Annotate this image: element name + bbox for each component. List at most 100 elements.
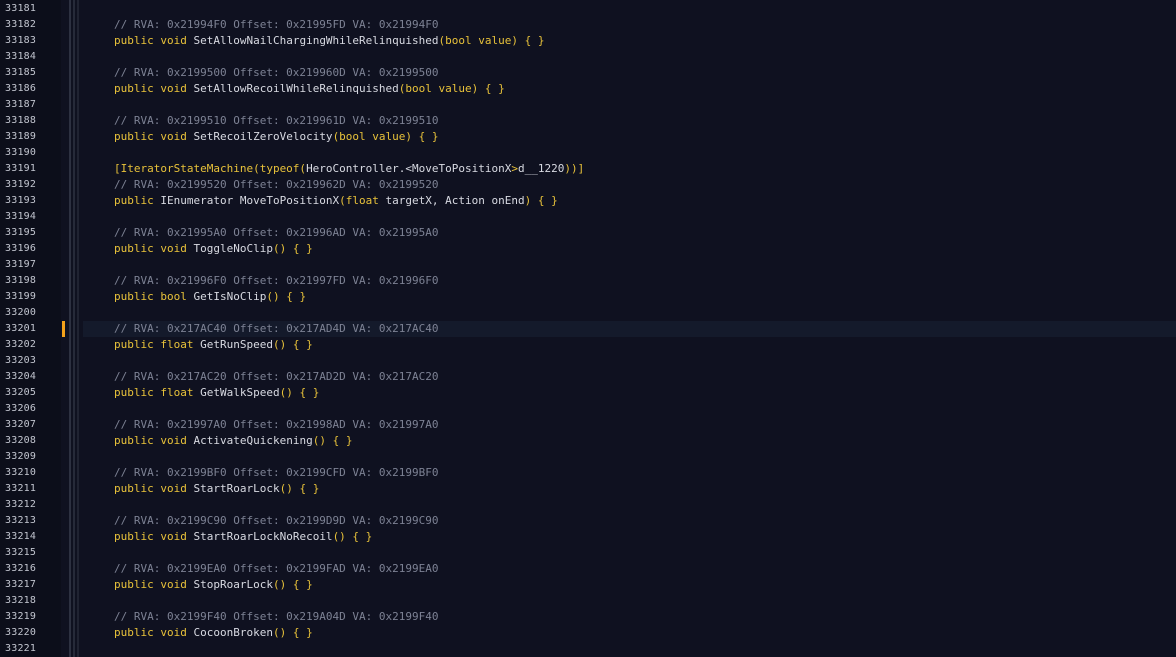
code-line-area[interactable] bbox=[83, 257, 1176, 273]
code-text: public void SetAllowRecoilWhileRelinquis… bbox=[114, 81, 505, 97]
code-line[interactable]: 33215 bbox=[0, 545, 1176, 561]
code-line-area[interactable] bbox=[83, 545, 1176, 561]
code-line[interactable]: 33199 public bool GetIsNoClip() { } bbox=[0, 289, 1176, 305]
code-line[interactable]: 33183 public void SetAllowNailChargingWhi… bbox=[0, 33, 1176, 49]
code-line-area[interactable]: public float GetWalkSpeed() { } bbox=[83, 385, 1176, 401]
code-comment: // RVA: 0x2199520 Offset: 0x219962D VA: … bbox=[114, 178, 439, 191]
code-identifier: targetX, Action onEnd bbox=[385, 194, 525, 207]
code-line[interactable]: 33207 // RVA: 0x21997A0 Offset: 0x21998AD… bbox=[0, 417, 1176, 433]
code-line[interactable]: 33214 public void StartRoarLockNoRecoil()… bbox=[0, 529, 1176, 545]
code-line[interactable]: 33204 // RVA: 0x217AC20 Offset: 0x217AD2D… bbox=[0, 369, 1176, 385]
code-line[interactable]: 33213 // RVA: 0x2199C90 Offset: 0x2199D9D… bbox=[0, 513, 1176, 529]
code-line-area[interactable]: // RVA: 0x2199F40 Offset: 0x219A04D VA: … bbox=[83, 609, 1176, 625]
code-line[interactable]: 33218 bbox=[0, 593, 1176, 609]
code-line-area[interactable]: public void SetAllowNailChargingWhileRel… bbox=[83, 33, 1176, 49]
code-line-area[interactable]: // RVA: 0x21997A0 Offset: 0x21998AD VA: … bbox=[83, 417, 1176, 433]
code-line[interactable]: 33198 // RVA: 0x21996F0 Offset: 0x21997FD… bbox=[0, 273, 1176, 289]
code-identifier: ToggleNoClip bbox=[193, 242, 273, 255]
code-line-area[interactable]: // RVA: 0x2199520 Offset: 0x219962D VA: … bbox=[83, 177, 1176, 193]
code-line[interactable]: 33209 bbox=[0, 449, 1176, 465]
code-line-area[interactable]: public IEnumerator MoveToPositionX(float… bbox=[83, 193, 1176, 209]
code-line-area[interactable] bbox=[83, 449, 1176, 465]
code-line-area[interactable] bbox=[83, 49, 1176, 65]
code-line-area[interactable]: // RVA: 0x217AC40 Offset: 0x217AD4D VA: … bbox=[83, 321, 1176, 337]
code-line[interactable]: 33190 bbox=[0, 145, 1176, 161]
code-line[interactable]: 33182 // RVA: 0x21994F0 Offset: 0x21995FD… bbox=[0, 17, 1176, 33]
code-editor[interactable]: 33181 33182 // RVA: 0x21994F0 Offset: 0x21… bbox=[0, 0, 1176, 657]
code-line-area[interactable] bbox=[83, 145, 1176, 161]
code-comment: // RVA: 0x2199C90 Offset: 0x2199D9D VA: … bbox=[114, 514, 439, 527]
code-line[interactable]: 33186 public void SetAllowRecoilWhileReli… bbox=[0, 81, 1176, 97]
code-line[interactable]: 33194 bbox=[0, 209, 1176, 225]
code-line-area[interactable]: public void ActivateQuickening() { } bbox=[83, 433, 1176, 449]
code-line-area[interactable]: public void ToggleNoClip() { } bbox=[83, 241, 1176, 257]
line-number: 33197 bbox=[5, 259, 37, 270]
code-line[interactable]: 33197 bbox=[0, 257, 1176, 273]
code-line-area[interactable] bbox=[83, 401, 1176, 417]
code-line-area[interactable]: // RVA: 0x217AC20 Offset: 0x217AD2D VA: … bbox=[83, 369, 1176, 385]
code-line[interactable]: 33181 bbox=[0, 1, 1176, 17]
code-line[interactable]: 33216 // RVA: 0x2199EA0 Offset: 0x2199FAD… bbox=[0, 561, 1176, 577]
code-line[interactable]: 33185 // RVA: 0x2199500 Offset: 0x219960D… bbox=[0, 65, 1176, 81]
code-line[interactable]: 33193 public IEnumerator MoveToPositionX(… bbox=[0, 193, 1176, 209]
code-line[interactable]: 33210 // RVA: 0x2199BF0 Offset: 0x2199CFD… bbox=[0, 465, 1176, 481]
line-number: 33205 bbox=[5, 387, 37, 398]
code-line[interactable]: 33211 public void StartRoarLock() { } bbox=[0, 481, 1176, 497]
code-line[interactable]: 33219 // RVA: 0x2199F40 Offset: 0x219A04D… bbox=[0, 609, 1176, 625]
code-line[interactable]: 33200 bbox=[0, 305, 1176, 321]
code-line-area[interactable]: // RVA: 0x2199500 Offset: 0x219960D VA: … bbox=[83, 65, 1176, 81]
code-text: // RVA: 0x2199520 Offset: 0x219962D VA: … bbox=[114, 177, 439, 193]
code-keyword: > bbox=[511, 162, 518, 175]
line-number: 33200 bbox=[5, 307, 37, 318]
code-line-area[interactable]: // RVA: 0x2199EA0 Offset: 0x2199FAD VA: … bbox=[83, 561, 1176, 577]
code-line[interactable]: 33212 bbox=[0, 497, 1176, 513]
code-line-area[interactable]: // RVA: 0x2199BF0 Offset: 0x2199CFD VA: … bbox=[83, 465, 1176, 481]
code-line-area[interactable]: // RVA: 0x21995A0 Offset: 0x21996AD VA: … bbox=[83, 225, 1176, 241]
code-line-area[interactable]: public void StopRoarLock() { } bbox=[83, 577, 1176, 593]
code-line[interactable]: 33202 public float GetRunSpeed() { } bbox=[0, 337, 1176, 353]
code-line-area[interactable] bbox=[83, 641, 1176, 657]
code-line[interactable]: 33187 bbox=[0, 97, 1176, 113]
line-number: 33219 bbox=[5, 611, 37, 622]
code-line[interactable]: 33192 // RVA: 0x2199520 Offset: 0x219962D… bbox=[0, 177, 1176, 193]
code-line-area[interactable] bbox=[83, 353, 1176, 369]
code-line-area[interactable]: public void SetAllowRecoilWhileRelinquis… bbox=[83, 81, 1176, 97]
code-line-area[interactable]: public bool GetIsNoClip() { } bbox=[83, 289, 1176, 305]
code-line-area[interactable]: [IteratorStateMachine(typeof(HeroControl… bbox=[83, 161, 1176, 177]
code-keyword: () { } bbox=[272, 626, 313, 639]
code-line[interactable]: 33191 [IteratorStateMachine(typeof(HeroCo… bbox=[0, 161, 1176, 177]
code-line[interactable]: 33188 // RVA: 0x2199510 Offset: 0x219961D… bbox=[0, 113, 1176, 129]
code-line[interactable]: 33220 public void CocoonBroken() { } bbox=[0, 625, 1176, 641]
line-number: 33182 bbox=[5, 19, 37, 30]
code-line-area[interactable]: public float GetRunSpeed() { } bbox=[83, 337, 1176, 353]
code-line[interactable]: 33196 public void ToggleNoClip() { } bbox=[0, 241, 1176, 257]
code-line-area[interactable]: public void CocoonBroken() { } bbox=[83, 625, 1176, 641]
code-line-area[interactable]: // RVA: 0x2199510 Offset: 0x219961D VA: … bbox=[83, 113, 1176, 129]
code-line-area[interactable] bbox=[83, 209, 1176, 225]
code-line-area[interactable]: public void StartRoarLockNoRecoil() { } bbox=[83, 529, 1176, 545]
code-line[interactable]: 33201 // RVA: 0x217AC40 Offset: 0x217AD4D… bbox=[0, 321, 1176, 337]
code-keyword: () { } bbox=[272, 242, 313, 255]
code-line-area[interactable]: // RVA: 0x21996F0 Offset: 0x21997FD VA: … bbox=[83, 273, 1176, 289]
code-line[interactable]: 33206 bbox=[0, 401, 1176, 417]
code-line-area[interactable]: // RVA: 0x21994F0 Offset: 0x21995FD VA: … bbox=[83, 17, 1176, 33]
code-line[interactable]: 33203 bbox=[0, 353, 1176, 369]
code-line-area[interactable] bbox=[83, 593, 1176, 609]
code-line-area[interactable] bbox=[83, 497, 1176, 513]
code-line[interactable]: 33208 public void ActivateQuickening() { … bbox=[0, 433, 1176, 449]
code-line[interactable]: 33205 public float GetWalkSpeed() { } bbox=[0, 385, 1176, 401]
code-line[interactable]: 33189 public void SetRecoilZeroVelocity(b… bbox=[0, 129, 1176, 145]
code-line-area[interactable]: public void SetRecoilZeroVelocity(bool v… bbox=[83, 129, 1176, 145]
code-line[interactable]: 33221 bbox=[0, 641, 1176, 657]
code-text: public float GetWalkSpeed() { } bbox=[114, 385, 319, 401]
line-number: 33189 bbox=[5, 131, 37, 142]
code-line-area[interactable] bbox=[83, 305, 1176, 321]
code-line-area[interactable]: // RVA: 0x2199C90 Offset: 0x2199D9D VA: … bbox=[83, 513, 1176, 529]
code-line-area[interactable] bbox=[83, 1, 1176, 17]
code-line[interactable]: 33195 // RVA: 0x21995A0 Offset: 0x21996AD… bbox=[0, 225, 1176, 241]
code-line[interactable]: 33184 bbox=[0, 49, 1176, 65]
code-line[interactable]: 33217 public void StopRoarLock() { } bbox=[0, 577, 1176, 593]
code-line-area[interactable]: public void StartRoarLock() { } bbox=[83, 481, 1176, 497]
code-line-area[interactable] bbox=[83, 97, 1176, 113]
code-identifier: StartRoarLockNoRecoil bbox=[193, 530, 333, 543]
